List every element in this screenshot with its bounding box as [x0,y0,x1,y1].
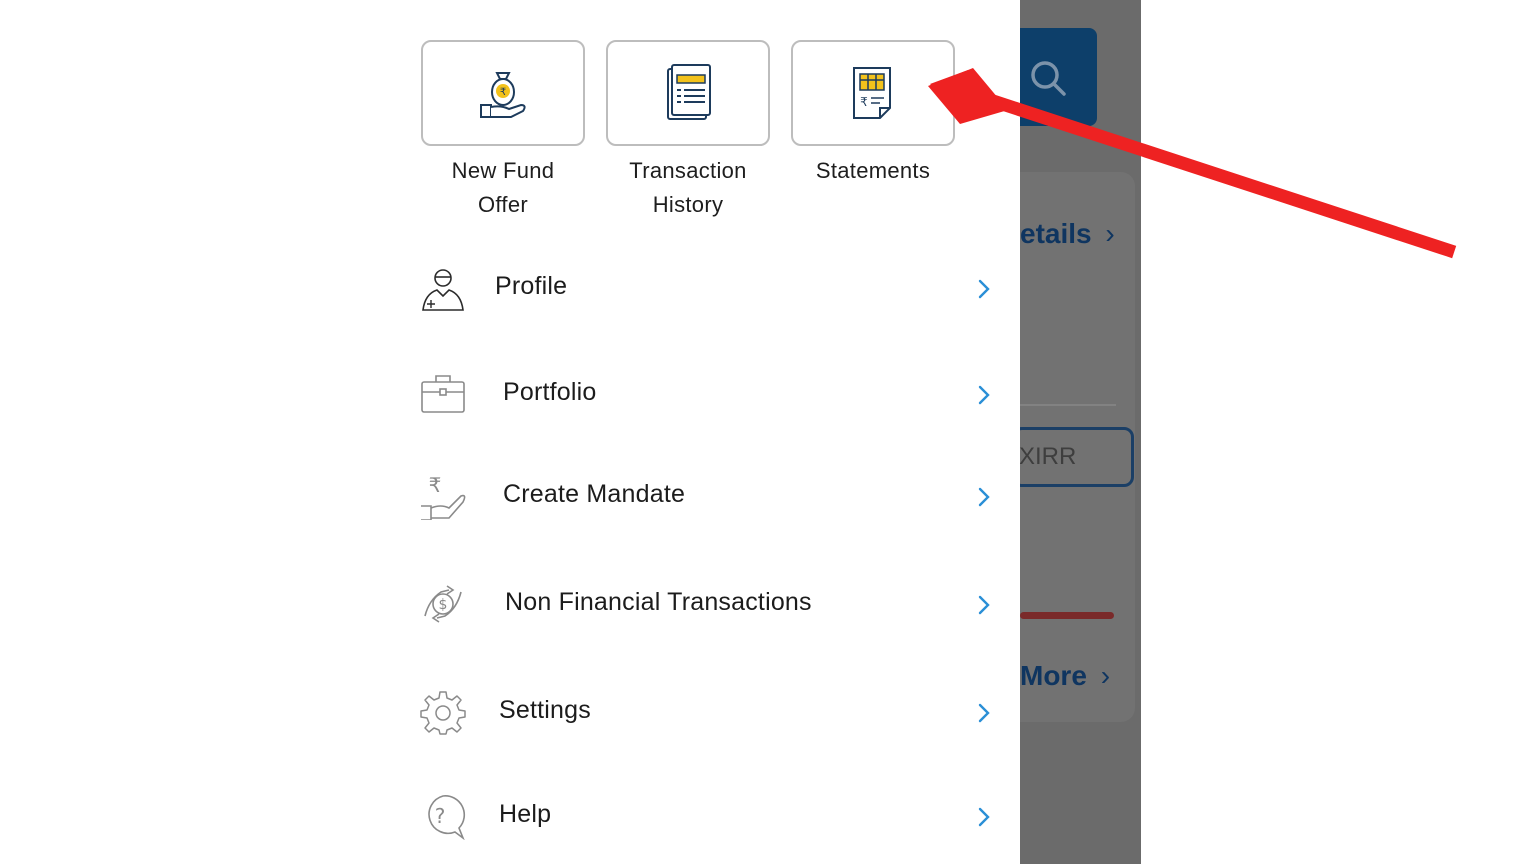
quick-action-new-fund-offer[interactable]: ₹ New Fund Offer [419,40,587,222]
chevron-right-icon [978,703,990,723]
money-bag-hand-icon: ₹ [480,72,526,118]
money-exchange-icon: $ [424,585,462,623]
progress-bar [1020,612,1114,619]
menu-item-create-mandate[interactable]: ₹ Create Mandate [419,466,999,526]
tile-label: Transaction History [629,158,747,217]
menu-label: Settings [499,696,591,724]
help-bubble-icon: ? [428,795,466,840]
quick-action-transaction-history[interactable]: Transaction History [604,40,772,222]
tile-box[interactable]: ₹ [791,40,955,146]
chevron-right-icon: › [1105,218,1115,249]
tile-box[interactable] [606,40,770,146]
chevron-right-icon [978,279,990,299]
gear-icon [420,691,466,735]
chevron-right-icon [978,487,990,507]
menu-label: Help [499,800,552,828]
view-more-link[interactable]: More › [1020,660,1110,692]
chevron-right-icon [978,385,990,405]
user-profile-icon [422,269,464,311]
navigation-drawer: ₹ New Fund Offer Transaction History ₹ S… [405,0,1020,864]
tile-label: New Fund Offer [451,158,555,217]
menu-label: Profile [495,272,568,300]
menu-item-settings[interactable]: Settings [419,682,999,742]
background-overlay[interactable]: etails › XIRR More › [1020,0,1141,864]
chevron-right-icon [978,595,990,615]
svg-text:$: $ [439,597,448,613]
clipboard-list-icon [667,64,711,120]
xirr-button[interactable]: XIRR [1020,427,1134,487]
menu-label: Non Financial Transactions [505,588,812,616]
svg-text:?: ? [435,804,446,828]
briefcase-icon [421,375,465,413]
svg-text:₹: ₹ [500,87,506,98]
view-details-link[interactable]: etails › [1020,218,1115,250]
menu-item-portfolio[interactable]: Portfolio [419,364,999,424]
menu-label: Create Mandate [503,480,686,508]
search-icon [1031,61,1066,96]
menu-item-profile[interactable]: Profile [419,258,999,318]
svg-text:₹: ₹ [860,95,868,109]
tile-box[interactable]: ₹ [421,40,585,146]
menu-item-help[interactable]: ? Help [419,786,999,846]
menu-label: Portfolio [503,378,597,406]
tile-label: Statements [815,158,931,183]
divider [1020,404,1116,406]
quick-action-statements[interactable]: ₹ Statements [789,40,957,188]
statement-document-icon: ₹ [853,67,891,119]
search-button[interactable] [1020,28,1097,126]
menu-item-non-financial-transactions[interactable]: $ Non Financial Transactions [419,574,999,634]
rupee-hand-icon: ₹ [421,473,466,520]
chevron-right-icon [978,807,990,827]
chevron-right-icon: › [1100,660,1111,691]
svg-text:₹: ₹ [429,473,442,497]
